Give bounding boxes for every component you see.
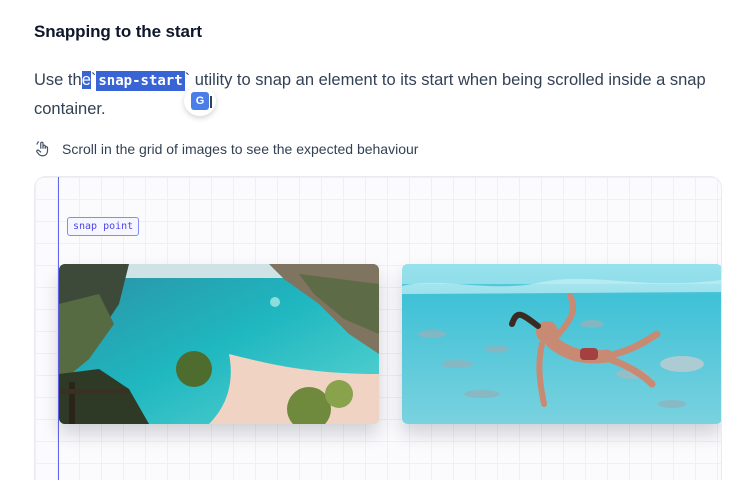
scroll-hint-text: Scroll in the grid of images to see the … <box>62 141 419 157</box>
paragraph-text-start: Use th <box>34 71 82 89</box>
section-title: Snapping to the start <box>34 22 202 41</box>
snap-point-label: snap point <box>67 217 140 236</box>
snap-start-code: snap-start <box>96 71 185 91</box>
hand-scroll-icon <box>34 140 52 158</box>
snap-scroll-container[interactable]: snap point <box>34 176 722 480</box>
underwater-swimmer-image <box>402 264 721 424</box>
selected-text: e <box>81 71 91 89</box>
google-translate-icon: G <box>191 92 209 110</box>
description-paragraph: Use the` snap-start ` utility to snap an e… <box>34 66 714 123</box>
text-cursor <box>210 96 212 108</box>
beach-cliff-image <box>59 264 379 424</box>
page: Snapping to the start Use the` snap-start… <box>0 0 732 480</box>
scroll-hint: Scroll in the grid of images to see the … <box>34 140 418 158</box>
